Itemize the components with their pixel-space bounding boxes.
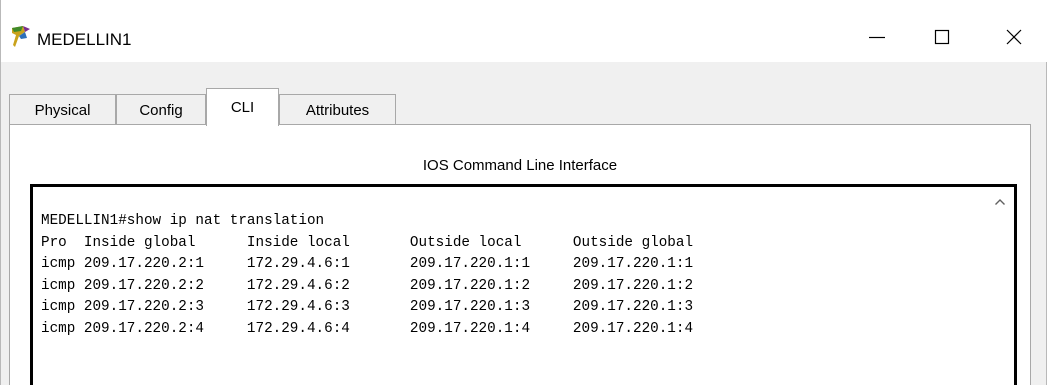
- console-line: MEDELLIN1#show ip nat translation: [41, 213, 325, 229]
- close-icon: [1006, 29, 1022, 45]
- console-scrollbar[interactable]: [992, 187, 1014, 385]
- title-bar[interactable]: MEDELLIN1: [1, 0, 1047, 62]
- cli-console[interactable]: MEDELLIN1#show ip nat translation Pro Ins…: [30, 184, 1017, 385]
- tab-label: Physical: [34, 101, 91, 119]
- minimize-icon: [869, 36, 885, 39]
- cli-panel: IOS Command Line Interface MEDELLIN1#sho…: [9, 124, 1031, 385]
- console-line: icmp 209.17.220.2:3 172.29.4.6:3 209.17.…: [41, 299, 694, 315]
- close-button[interactable]: [991, 22, 1037, 52]
- maximize-icon: [934, 29, 950, 45]
- console-line: icmp 209.17.220.2:4 172.29.4.6:4 209.17.…: [41, 320, 694, 337]
- tab-physical[interactable]: Physical: [9, 94, 116, 125]
- router-icon: [12, 26, 30, 47]
- scroll-up-icon[interactable]: [994, 197, 1006, 207]
- window-title: MEDELLIN1: [37, 30, 132, 49]
- console-output[interactable]: MEDELLIN1#show ip nat translation Pro Ins…: [41, 211, 693, 340]
- tab-label: Config: [139, 101, 183, 119]
- tab-cli[interactable]: CLI: [206, 88, 279, 126]
- tab-label: Attributes: [305, 101, 370, 119]
- device-window: MEDELLIN1 Physical Config CLI Attributes…: [0, 0, 1047, 385]
- tab-attributes[interactable]: Attributes: [279, 94, 396, 125]
- maximize-button[interactable]: [919, 22, 965, 52]
- console-line: icmp 209.17.220.2:1 172.29.4.6:1 209.17.…: [41, 256, 694, 272]
- console-line: Pro Inside global Inside local Outside l…: [41, 234, 694, 251]
- tab-label: CLI: [230, 99, 255, 116]
- console-line: icmp 209.17.220.2:2 172.29.4.6:2 209.17.…: [41, 277, 694, 294]
- tab-config[interactable]: Config: [116, 94, 206, 125]
- minimize-button[interactable]: [854, 22, 900, 52]
- panel-title: IOS Command Line Interface: [422, 157, 618, 174]
